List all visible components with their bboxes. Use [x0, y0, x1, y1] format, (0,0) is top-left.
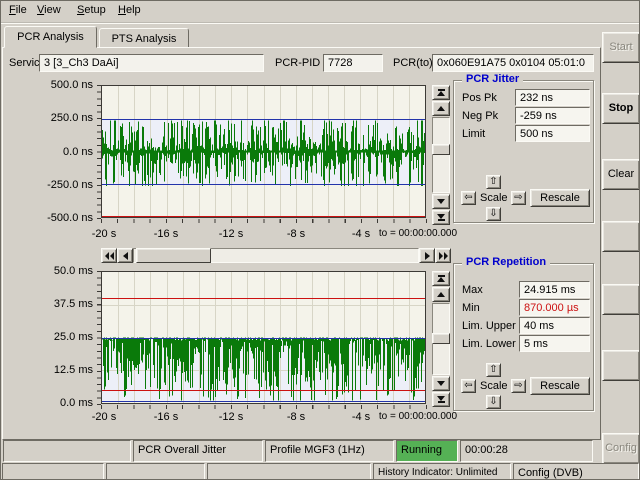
- limit-value[interactable]: 500 ns: [515, 125, 590, 142]
- hscroll-thumb[interactable]: [136, 248, 211, 263]
- min-value[interactable]: 870.000 µs: [519, 299, 590, 316]
- status-measurement: PCR Overall Jitter: [133, 440, 263, 462]
- rep-vscroll-thumb[interactable]: [432, 333, 450, 344]
- lim-lower-value[interactable]: 5 ms: [519, 335, 590, 352]
- status-elapsed-time: 00:00:28: [460, 440, 593, 462]
- status-profile: Profile MGF3 (1Hz): [265, 440, 394, 462]
- pcr-jitter-groupbox: PCR Jitter Pos Pk 232 ns Neg Pk -259 ns …: [453, 80, 594, 223]
- scroll-bottom-icon: [437, 214, 445, 221]
- jitter-vscroll-bottom-button[interactable]: [432, 210, 450, 225]
- menu-view[interactable]: View: [35, 1, 63, 19]
- up-open-arrow-icon: ⇧: [489, 176, 497, 187]
- up-open-arrow-icon: ⇧: [489, 364, 497, 375]
- jitter-vscroll-top-button[interactable]: [432, 85, 450, 100]
- up-arrow-icon: [437, 292, 445, 297]
- jitter-vscroll-down-button[interactable]: [432, 194, 450, 209]
- lim-upper-label: Lim. Upper: [462, 320, 516, 332]
- blank-button-3[interactable]: [602, 350, 640, 381]
- menu-help[interactable]: Help: [116, 1, 143, 19]
- rep-vscroll-bottom-button[interactable]: [432, 392, 450, 407]
- config-button[interactable]: Config: [602, 433, 640, 464]
- jitter-scale-left-button[interactable]: ⇦: [461, 191, 476, 205]
- menu-file[interactable]: File: [7, 1, 29, 19]
- rep-scale-right-button[interactable]: ⇨: [511, 379, 526, 393]
- menu-bar: File View Setup Help: [1, 1, 640, 23]
- rep-scale-label: Scale: [480, 380, 508, 392]
- pos-pk-label: Pos Pk: [462, 92, 497, 104]
- down-arrow-icon: [437, 381, 445, 386]
- app-window: File View Setup Help PCR Analysis PTS An…: [0, 0, 640, 480]
- tab-pcr-analysis[interactable]: PCR Analysis: [4, 26, 97, 48]
- pcr-jitter-title: PCR Jitter: [462, 73, 523, 85]
- jitter-vscroll-track[interactable]: [432, 117, 450, 193]
- left-open-arrow-icon: ⇦: [464, 380, 472, 391]
- rep-scale-down-button[interactable]: ⇩: [486, 395, 501, 409]
- pcr-repetition-title: PCR Repetition: [462, 256, 550, 268]
- hscroll-right-button[interactable]: [419, 248, 435, 263]
- clear-button[interactable]: Clear: [602, 159, 640, 190]
- jitter-vscroll: [432, 85, 450, 225]
- jitter-scale-right-button[interactable]: ⇨: [511, 191, 526, 205]
- jitter-vscroll-up-button[interactable]: [432, 101, 450, 116]
- pcr-repetition-groupbox: PCR Repetition Max 24.915 ms Min 870.000…: [453, 263, 594, 411]
- hscroll-end-button[interactable]: [435, 248, 451, 263]
- time-hscroll: [101, 248, 451, 263]
- lim-upper-value[interactable]: 40 ms: [519, 317, 590, 334]
- neg-pk-label: Neg Pk: [462, 110, 498, 122]
- rep-vscroll: [432, 271, 450, 407]
- start-button[interactable]: Start: [602, 32, 640, 63]
- scroll-top-icon: [437, 275, 445, 282]
- neg-pk-value[interactable]: -259 ns: [515, 107, 590, 124]
- left-arrow-icon: [123, 252, 128, 260]
- left-open-arrow-icon: ⇦: [464, 192, 472, 203]
- jitter-rescale-button[interactable]: Rescale: [530, 189, 590, 207]
- double-left-arrow-icon: [105, 252, 114, 260]
- menu-setup[interactable]: Setup: [75, 1, 108, 19]
- hscroll-left-button[interactable]: [117, 248, 133, 263]
- hscroll-home-button[interactable]: [101, 248, 117, 263]
- double-right-arrow-icon: [439, 252, 448, 260]
- max-value[interactable]: 24.915 ms: [519, 281, 590, 298]
- blank-button-1[interactable]: [602, 221, 640, 252]
- limit-label: Limit: [462, 128, 485, 140]
- down-open-arrow-icon: ⇩: [489, 208, 497, 219]
- down-arrow-icon: [437, 199, 445, 204]
- scroll-top-icon: [437, 89, 445, 96]
- status2-cell-1: [2, 463, 104, 480]
- jitter-scale-label: Scale: [480, 192, 508, 204]
- jitter-scale-up-button[interactable]: ⇧: [486, 175, 501, 189]
- max-label: Max: [462, 284, 483, 296]
- right-open-arrow-icon: ⇨: [514, 192, 522, 203]
- right-open-arrow-icon: ⇨: [514, 380, 522, 391]
- blank-button-2[interactable]: [602, 284, 640, 315]
- tab-pts-analysis[interactable]: PTS Analysis: [99, 28, 189, 48]
- up-arrow-icon: [437, 106, 445, 111]
- stop-button[interactable]: Stop: [602, 93, 640, 124]
- rep-vscroll-top-button[interactable]: [432, 271, 450, 286]
- jitter-vscroll-thumb[interactable]: [432, 144, 450, 155]
- scroll-bottom-icon: [437, 396, 445, 403]
- rep-rescale-button[interactable]: Rescale: [530, 377, 590, 395]
- rep-scale-up-button[interactable]: ⇧: [486, 363, 501, 377]
- status-history-indicator: History Indicator: Unlimited: [373, 463, 511, 480]
- rep-vscroll-down-button[interactable]: [432, 376, 450, 391]
- status-running-badge: Running: [396, 440, 458, 462]
- status2-cell-3: [207, 463, 371, 480]
- lim-lower-label: Lim. Lower: [462, 338, 516, 350]
- down-open-arrow-icon: ⇩: [489, 396, 497, 407]
- min-label: Min: [462, 302, 480, 314]
- jitter-scale-down-button[interactable]: ⇩: [486, 207, 501, 221]
- right-arrow-icon: [425, 252, 430, 260]
- status2-cell-2: [106, 463, 205, 480]
- status-cell-empty: [3, 440, 131, 462]
- rep-scale-left-button[interactable]: ⇦: [461, 379, 476, 393]
- pos-pk-value[interactable]: 232 ns: [515, 89, 590, 106]
- rep-vscroll-up-button[interactable]: [432, 287, 450, 302]
- status-config-mode: Config (DVB): [513, 463, 639, 480]
